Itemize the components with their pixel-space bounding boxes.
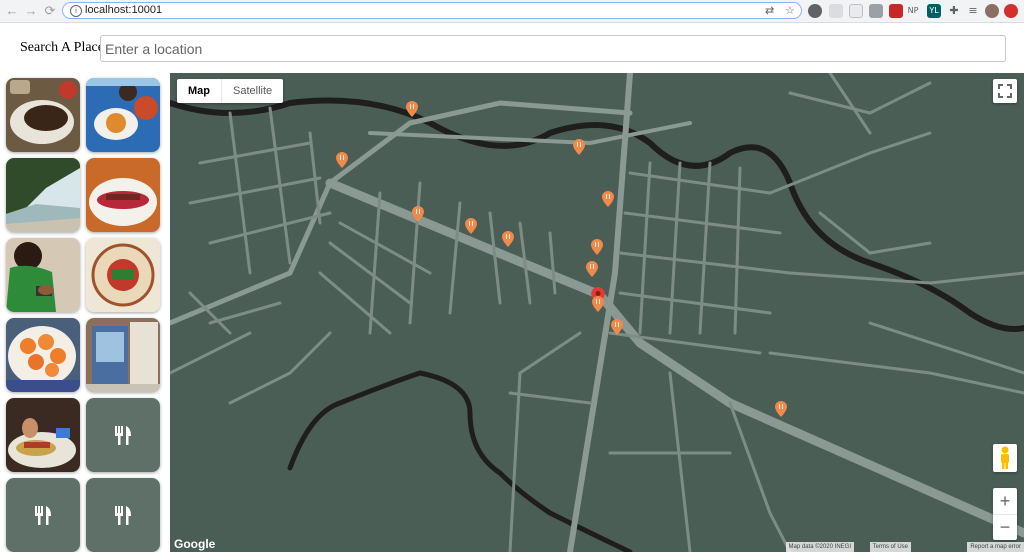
extension-red-icon[interactable]: [1004, 4, 1018, 18]
fullscreen-icon: [998, 84, 1012, 98]
fullscreen-button[interactable]: [993, 79, 1017, 103]
restaurant-pin[interactable]: [592, 296, 604, 312]
extension-np-icon[interactable]: NP: [906, 4, 920, 18]
photo-food-table[interactable]: [86, 78, 160, 152]
extension-shield-icon[interactable]: [889, 4, 903, 18]
map-roads: [170, 73, 1024, 552]
profile-avatar-icon[interactable]: [985, 4, 999, 18]
site-info-icon[interactable]: i: [70, 5, 82, 17]
pegman-icon: [1001, 446, 1009, 469]
google-logo: Google: [174, 537, 216, 551]
restaurant-pin[interactable]: [586, 261, 598, 277]
media-queue-icon[interactable]: ≡: [966, 4, 980, 18]
forward-icon[interactable]: →: [23, 3, 39, 19]
photo-shrimp-plate[interactable]: [6, 318, 80, 392]
photo-food-plate[interactable]: [6, 78, 80, 152]
zoom-control: + −: [993, 488, 1017, 540]
browser-toolbar: ← → ⟳ i localhost:10001 ⇄ ☆ NP YL ✚ ≡: [0, 0, 1024, 23]
fork-knife-icon: [35, 506, 51, 525]
photo-restaurant-storefront[interactable]: [86, 318, 160, 392]
photo-tacos[interactable]: [6, 398, 80, 472]
translate-icon[interactable]: ⇄: [765, 4, 774, 17]
map-canvas[interactable]: Map Satellite + − Google Map data ©2020 …: [170, 73, 1024, 552]
placeholder-tile[interactable]: [86, 398, 160, 472]
zoom-out-button[interactable]: −: [993, 515, 1017, 540]
address-bar[interactable]: i localhost:10001 ⇄ ☆: [62, 2, 802, 19]
extension-yl-icon[interactable]: YL: [927, 4, 941, 18]
restaurant-pin[interactable]: [406, 101, 418, 117]
extension-square-icon[interactable]: [829, 4, 843, 18]
restaurant-pin[interactable]: [465, 218, 477, 234]
fork-knife-icon: [115, 506, 131, 525]
reload-icon[interactable]: ⟳: [42, 3, 58, 19]
restaurant-pin[interactable]: [502, 231, 514, 247]
photo-taqueria-sign[interactable]: [86, 238, 160, 312]
street-view-pegman-button[interactable]: [993, 444, 1017, 472]
map-type-control: Map Satellite: [177, 79, 284, 103]
search-label: Search A Place: [20, 40, 104, 55]
restaurant-pin[interactable]: [573, 139, 585, 155]
map-type-satellite-button[interactable]: Satellite: [222, 79, 283, 103]
map-data-attribution: Map data ©2020 INEGI: [785, 542, 854, 552]
report-map-error-link[interactable]: Report a map error: [967, 542, 1024, 552]
restaurant-pin[interactable]: [591, 239, 603, 255]
extension-grid-icon[interactable]: [869, 4, 883, 18]
bookmark-star-icon[interactable]: ☆: [785, 4, 795, 17]
restaurant-pin[interactable]: [602, 191, 614, 207]
river: [170, 97, 1024, 552]
location-search-input[interactable]: [100, 35, 1006, 62]
terms-of-use-link[interactable]: Terms of Use: [869, 542, 911, 552]
back-icon[interactable]: ←: [4, 3, 20, 19]
restaurant-pin[interactable]: [775, 401, 787, 417]
placeholder-tile[interactable]: [86, 478, 160, 552]
zoom-in-button[interactable]: +: [993, 488, 1017, 515]
photo-food-dish[interactable]: [86, 158, 160, 232]
fork-knife-icon: [115, 426, 131, 445]
photo-person-phone[interactable]: [6, 238, 80, 312]
placeholder-tile[interactable]: [6, 478, 80, 552]
restaurant-pin[interactable]: [336, 152, 348, 168]
extension-face-icon[interactable]: [849, 4, 863, 18]
restaurant-pin[interactable]: [611, 319, 623, 335]
address-url[interactable]: localhost:10001: [85, 4, 162, 16]
photo-beach-scene[interactable]: [6, 158, 80, 232]
restaurant-pin[interactable]: [412, 206, 424, 222]
extension-circle-icon[interactable]: [808, 4, 822, 18]
extensions-puzzle-icon[interactable]: ✚: [947, 4, 961, 18]
map-type-map-button[interactable]: Map: [177, 79, 222, 103]
